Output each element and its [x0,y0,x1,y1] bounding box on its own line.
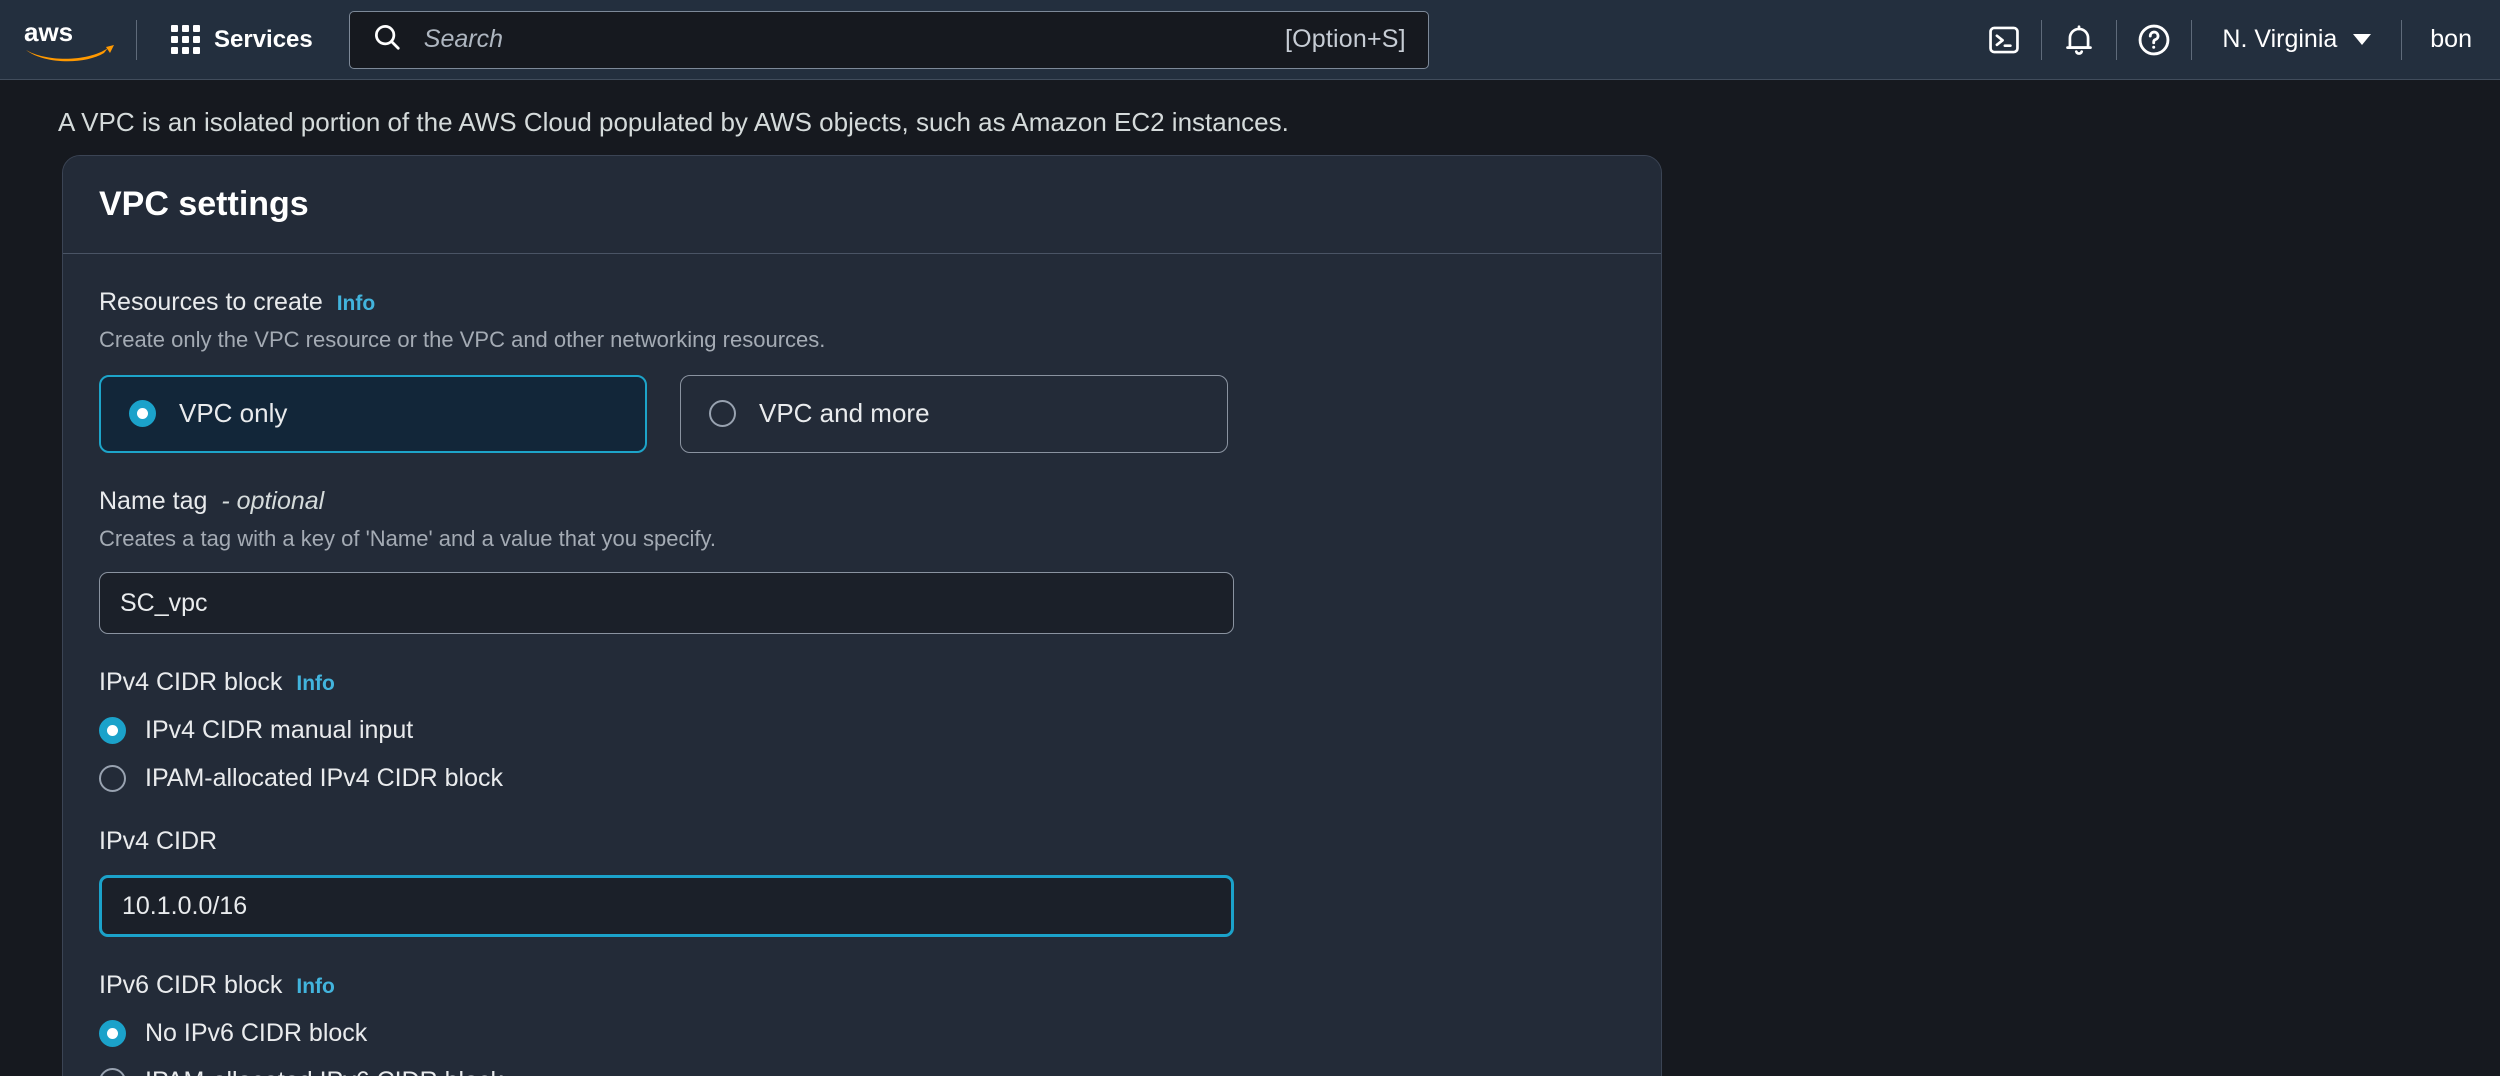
radio-ipam-allocated-ipv6[interactable] [99,1068,126,1076]
ipv4-cidr-block-label: IPv4 CIDR block Info [99,668,1625,697]
nav-divider [136,19,137,60]
radio-ipam-allocated-ipv4[interactable] [99,765,126,793]
radio-vpc-and-more[interactable] [709,400,736,428]
radio-row-no-ipv6[interactable]: No IPv6 CIDR block [99,1019,1625,1048]
radio-no-ipv6-cidr-block-label: No IPv6 CIDR block [145,1019,368,1048]
ipv4-cidr-field: IPv4 CIDR [99,827,1625,938]
field-label-text: IPv4 CIDR block [99,668,283,697]
info-link-resources[interactable]: Info [337,292,375,316]
region-selector[interactable]: N. Virginia [2192,0,2401,80]
page-title: VPC settings [99,185,309,223]
tile-vpc-and-more-label: VPC and more [759,398,930,429]
info-link-ipv4-cidr-block[interactable]: Info [296,672,334,696]
ipv4-cidr-block-field: IPv4 CIDR block Info IPv4 CIDR manual in… [99,668,1625,793]
tile-vpc-and-more[interactable]: VPC and more [680,374,1228,453]
grid-menu-icon [171,25,200,54]
bell-icon [2066,24,2093,55]
card-header: VPC settings [63,156,1661,254]
radio-no-ipv6-cidr-block[interactable] [99,1020,126,1048]
field-label-text: Name tag [99,486,208,515]
card-body: Resources to create Info Create only the… [63,254,1661,1076]
ipv4-cidr-label: IPv4 CIDR [99,827,218,856]
cloudshell-button[interactable] [1967,0,2041,80]
services-label: Services [214,25,313,53]
page-intro-text: A VPC is an isolated portion of the AWS … [58,107,1289,137]
radio-ipam-allocated-ipv6-label: IPAM-allocated IPv6 CIDR block [145,1067,503,1076]
question-circle-icon [2139,24,2170,55]
ipv4-cidr-input[interactable] [99,875,1234,938]
resources-to-create-description: Create only the VPC resource or the VPC … [99,327,826,352]
ipv6-cidr-block-field: IPv6 CIDR block Info No IPv6 CIDR block … [99,971,1625,1076]
cloudshell-icon [1989,26,2020,53]
field-label-text: Resources to create [99,288,323,316]
aws-logo[interactable]: aws [22,17,118,63]
region-label: N. Virginia [2222,25,2338,53]
svg-text:aws: aws [24,17,73,47]
field-label-text: IPv6 CIDR block [99,971,283,1000]
global-search-bar[interactable]: [Option+S] [348,10,1429,69]
info-link-ipv6-cidr-block[interactable]: Info [296,975,334,999]
tile-vpc-only[interactable]: VPC only [99,374,647,453]
account-label: bon [2430,25,2472,53]
tile-vpc-only-label: VPC only [179,398,288,429]
name-tag-input[interactable] [99,572,1234,635]
radio-row-ipv4-manual[interactable]: IPv4 CIDR manual input [99,716,1625,745]
ipv6-cidr-block-label: IPv6 CIDR block Info [99,971,1625,1000]
radio-vpc-only[interactable] [129,400,156,428]
services-menu-button[interactable]: Services [153,14,331,66]
name-tag-field: Name tag - optional Creates a tag with a… [99,487,1625,635]
nav-right-group: N. Virginia bon [1967,0,2500,80]
name-tag-label: Name tag - optional [99,487,1625,516]
help-button[interactable] [2117,0,2191,80]
chevron-down-icon [2353,34,2372,45]
resources-to-create-tiles: VPC only VPC and more [99,374,1625,453]
radio-ipv4-manual-input-label: IPv4 CIDR manual input [145,716,414,745]
vpc-settings-card: VPC settings Resources to create Info Cr… [62,155,1662,1076]
search-input[interactable] [421,24,1285,55]
name-tag-optional-suffix: - optional [221,486,325,515]
radio-ipam-allocated-ipv4-label: IPAM-allocated IPv4 CIDR block [145,764,503,793]
notifications-button[interactable] [2042,0,2116,80]
resources-to-create-field: Resources to create Info Create only the… [99,288,1625,453]
account-menu-button[interactable]: bon [2402,0,2500,80]
name-tag-description: Creates a tag with a key of 'Name' and a… [99,525,716,551]
search-icon [372,22,402,57]
top-navigation-bar: aws Services [Option+S] [0,0,2500,80]
radio-ipv4-manual-input[interactable] [99,717,126,745]
page-content: A VPC is an isolated portion of the AWS … [0,80,2500,1076]
radio-row-ipv6-ipam[interactable]: IPAM-allocated IPv6 CIDR block [99,1067,1625,1076]
radio-row-ipv4-ipam[interactable]: IPAM-allocated IPv4 CIDR block [99,764,1625,793]
search-shortcut-hint: [Option+S] [1284,25,1406,53]
resources-to-create-label: Resources to create Info [99,288,1625,317]
